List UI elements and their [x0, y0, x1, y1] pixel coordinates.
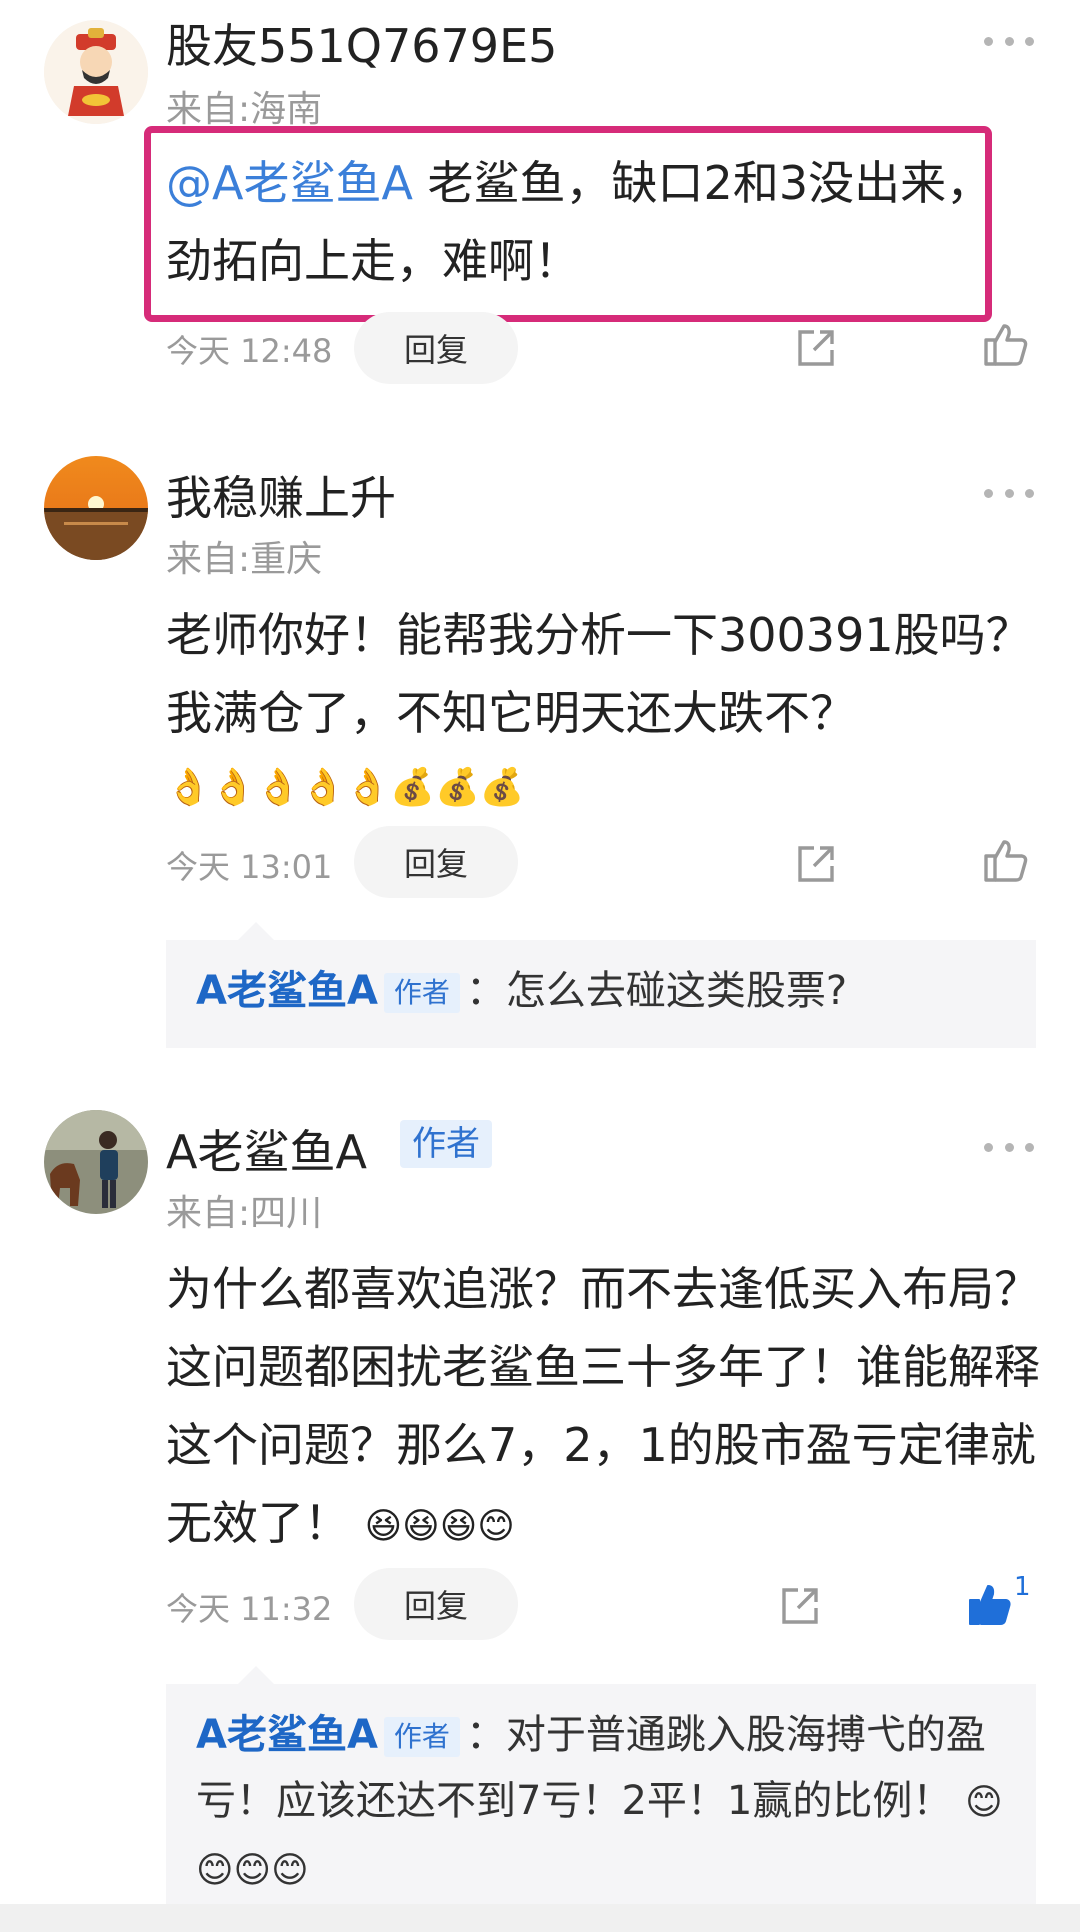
money-bag-emoji: 💰: [479, 766, 525, 808]
comment-text: 老师你好！能帮我分析一下300391股吗？我满仓了，不知它明天还大跌不？: [166, 596, 1046, 752]
smiling-emoji: 😊: [965, 1782, 1003, 1823]
comment-body: 为什么都喜欢追涨？而不去逢低买入布局？这问题都困扰老鲨鱼三十多年了！谁能解释这个…: [166, 1262, 1040, 1550]
timestamp: 今天 13:01: [166, 848, 333, 886]
smiling-emoji: 😊: [196, 1850, 234, 1891]
ok-hand-emoji: 👌: [166, 766, 211, 808]
like-icon-active[interactable]: [966, 1580, 1014, 1628]
smiling-emoji: 😊: [271, 1850, 309, 1891]
username[interactable]: A老鲨鱼A: [166, 1116, 367, 1182]
avatar[interactable]: [44, 1110, 148, 1214]
sub-reply[interactable]: A老鲨鱼A 作者 ：对于普通跳入股海搏弋的盈亏！应该还达不到7亏！2平！1赢的比例！…: [166, 1666, 1036, 1908]
timestamp: 今天 11:32: [166, 1590, 333, 1628]
reply-button[interactable]: 回复: [354, 826, 518, 898]
avatar[interactable]: [44, 20, 148, 124]
laughing-emoji: 😆: [439, 1505, 478, 1547]
photo-avatar-icon: [44, 1110, 148, 1214]
sub-reply-pointer: [238, 1666, 274, 1684]
bottom-edge: [0, 1904, 1080, 1932]
avatar[interactable]: [44, 456, 148, 560]
location-label: 来自:重庆: [166, 539, 323, 580]
money-bag-emoji: 💰: [390, 766, 435, 808]
laughing-emoji: 😆: [364, 1505, 403, 1547]
comment-text: 为什么都喜欢追涨？而不去逢低买入布局？这问题都困扰老鲨鱼三十多年了！谁能解释这个…: [166, 1250, 1046, 1566]
emoji-row: 👌👌👌👌👌💰💰💰: [166, 748, 1046, 824]
more-options-icon[interactable]: [984, 1140, 1034, 1154]
sub-reply-pointer: [238, 922, 274, 940]
sunset-avatar-icon: [44, 456, 148, 560]
sub-reply-author[interactable]: A老鲨鱼A: [196, 968, 378, 1014]
reply-button[interactable]: 回复: [354, 1568, 518, 1640]
sub-reply-author[interactable]: A老鲨鱼A: [196, 1712, 378, 1758]
sub-reply[interactable]: A老鲨鱼A 作者 ：怎么去碰这类股票?: [166, 922, 1036, 1048]
share-icon[interactable]: [778, 1584, 822, 1628]
like-icon[interactable]: [982, 836, 1030, 884]
like-icon[interactable]: [982, 320, 1030, 368]
like-count: 1: [1014, 1572, 1031, 1602]
username[interactable]: 我稳赚上升: [166, 462, 396, 528]
author-tag: 作者: [400, 1120, 492, 1168]
share-icon[interactable]: [794, 326, 838, 370]
more-options-icon[interactable]: [984, 486, 1034, 500]
ok-hand-emoji: 👌: [345, 766, 391, 808]
money-bag-emoji: 💰: [434, 766, 480, 808]
sub-reply-text: ：怎么去碰这类股票?: [465, 968, 848, 1014]
more-options-icon[interactable]: [984, 34, 1034, 48]
location-label: 来自:海南: [166, 89, 323, 130]
reply-button[interactable]: 回复: [354, 312, 518, 384]
comment-body: 老师你好！能帮我分析一下300391股吗？我满仓了，不知它明天还大跌不？: [166, 608, 1032, 740]
share-icon[interactable]: [794, 842, 838, 886]
ok-hand-emoji: 👌: [210, 766, 256, 808]
author-tag: 作者: [383, 973, 460, 1013]
ok-hand-emoji: 👌: [300, 766, 346, 808]
highlight-box: [144, 126, 992, 322]
caishen-avatar-icon: [44, 20, 148, 124]
author-tag: 作者: [383, 1717, 460, 1757]
timestamp: 今天 12:48: [166, 332, 333, 370]
location-label: 来自:四川: [166, 1193, 323, 1234]
username[interactable]: 股友551Q7679E5: [166, 10, 557, 76]
laughing-emoji: 😆: [402, 1505, 440, 1547]
ok-hand-emoji: 👌: [255, 766, 301, 808]
smiling-emoji: 😊: [233, 1850, 272, 1891]
smiling-emoji: 😊: [477, 1505, 515, 1547]
